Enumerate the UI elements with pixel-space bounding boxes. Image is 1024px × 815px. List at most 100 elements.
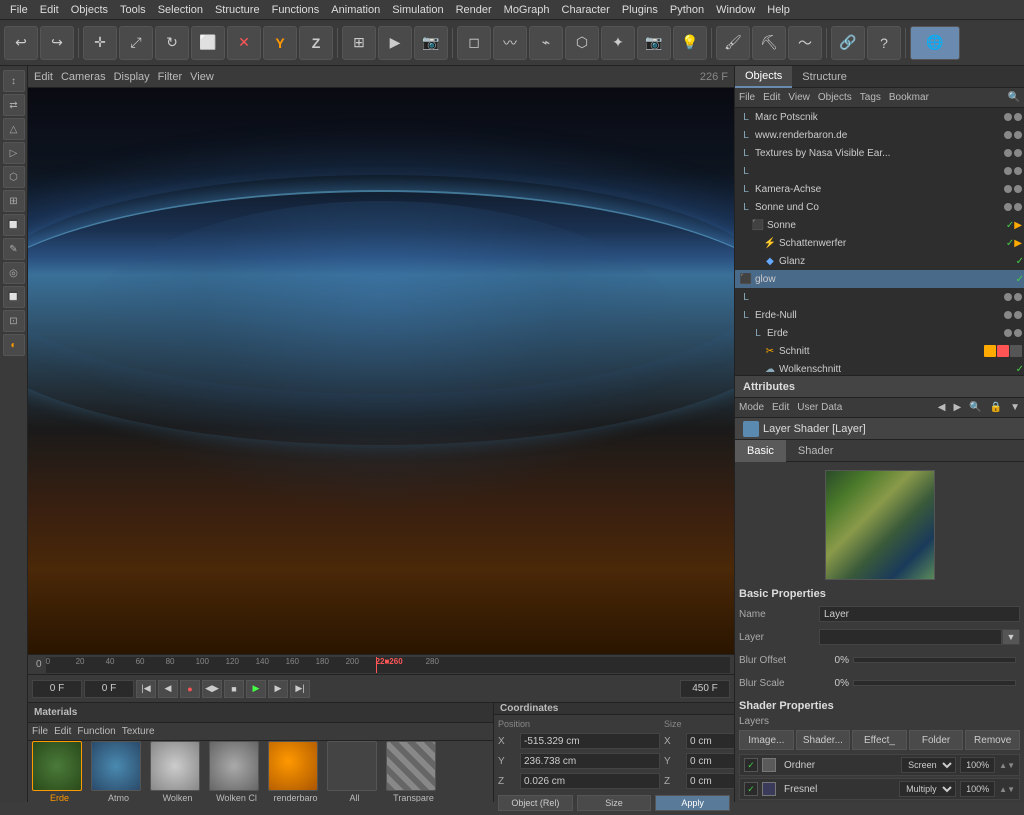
redo-button[interactable]: ↪ <box>40 26 74 60</box>
paint-button[interactable]: 🖌 <box>716 26 750 60</box>
record-btn[interactable]: ● <box>180 680 200 698</box>
obj-item-marc[interactable]: L Marc Potscnik <box>735 108 1024 126</box>
play-back-btn[interactable]: ◀▶ <box>202 680 222 698</box>
apply-button[interactable]: Apply <box>655 795 730 811</box>
scene-button[interactable]: ✦ <box>601 26 635 60</box>
obj-item-glow[interactable]: ⬛ glow ✓ <box>735 270 1024 288</box>
mat-function[interactable]: Function <box>77 726 115 737</box>
coord-z-input[interactable] <box>520 773 660 789</box>
vp-cameras[interactable]: Cameras <box>61 71 106 83</box>
undo-button[interactable]: ↩ <box>4 26 38 60</box>
left-btn-12[interactable]: ◐ <box>3 334 25 356</box>
structure-tab[interactable]: Structure <box>792 66 857 88</box>
render-view[interactable]: ▶ <box>378 26 412 60</box>
obj-menu-edit[interactable]: Edit <box>763 92 780 103</box>
coord-y-input[interactable] <box>520 753 660 769</box>
material-atmo[interactable]: Atmo <box>91 741 146 802</box>
menu-python[interactable]: Python <box>664 4 710 16</box>
obj-item-erde[interactable]: L Erde <box>735 324 1024 342</box>
next-frame-btn[interactable]: ▶ <box>268 680 288 698</box>
layer-input[interactable] <box>819 629 1002 645</box>
left-btn-2[interactable]: ⇄ <box>3 94 25 116</box>
obj-menu-file[interactable]: File <box>739 92 755 103</box>
obj-search-icon[interactable]: 🔍 <box>1008 92 1020 103</box>
shader-btn[interactable]: Shader... <box>796 730 851 750</box>
left-btn-3[interactable]: △ <box>3 118 25 140</box>
cube-button[interactable]: ◻ <box>457 26 491 60</box>
layer-ordner-check[interactable]: ✓ <box>744 758 758 772</box>
menu-file[interactable]: File <box>4 4 34 16</box>
camera-button[interactable]: 📷 <box>637 26 671 60</box>
viewport-canvas[interactable] <box>28 88 734 654</box>
attr-mode[interactable]: Mode <box>739 402 764 413</box>
end-frame-field[interactable]: 450 F <box>680 680 730 698</box>
mat-texture[interactable]: Texture <box>122 726 155 737</box>
deform-button[interactable]: ⬡ <box>565 26 599 60</box>
left-btn-5[interactable]: ⬡ <box>3 166 25 188</box>
left-btn-10[interactable]: 🔲 <box>3 286 25 308</box>
attr-tab-basic[interactable]: Basic <box>735 440 786 462</box>
menu-edit[interactable]: Edit <box>34 4 65 16</box>
attr-nav-right[interactable]: ▶ <box>953 402 961 413</box>
sculpt-button[interactable]: ⛏ <box>752 26 786 60</box>
renderer-button[interactable]: 🌐 <box>910 26 960 60</box>
hair-button[interactable]: 〜 <box>788 26 822 60</box>
menu-objects[interactable]: Objects <box>65 4 114 16</box>
material-erde[interactable]: Erde <box>32 741 87 802</box>
material-all[interactable]: All <box>327 741 382 802</box>
obj-item-erdenull[interactable]: L Erde-Null <box>735 306 1024 324</box>
menu-help[interactable]: Help <box>761 4 796 16</box>
attr-search[interactable]: 🔍 <box>969 402 981 413</box>
obj-menu-tags[interactable]: Tags <box>860 92 881 103</box>
left-btn-8[interactable]: ✎ <box>3 238 25 260</box>
current-frame-field[interactable]: 0 F <box>32 680 82 698</box>
blur-scale-slider[interactable] <box>853 680 1016 686</box>
menu-character[interactable]: Character <box>556 4 616 16</box>
move-button[interactable]: ✛ <box>83 26 117 60</box>
effect-btn[interactable]: Effect_ <box>852 730 907 750</box>
attr-tab-shader[interactable]: Shader <box>786 440 845 462</box>
obj-item-nasa[interactable]: L Textures by Nasa Visible Ear... <box>735 144 1024 162</box>
obj-item-kamera[interactable]: L Kamera-Achse <box>735 180 1024 198</box>
material-renderbaro[interactable]: renderbaro <box>268 741 323 802</box>
menu-render[interactable]: Render <box>450 4 498 16</box>
vp-view[interactable]: View <box>190 71 214 83</box>
timeline-ruler[interactable]: 0 20 40 60 80 100 120 140 160 180 200 22… <box>46 657 730 673</box>
fresnel-mode[interactable]: Multiply <box>899 781 956 797</box>
objects-tab[interactable]: Objects <box>735 66 792 88</box>
obj-menu-bookmar[interactable]: Bookmar <box>889 92 929 103</box>
fresnel-pct[interactable] <box>960 781 995 797</box>
snap-button[interactable]: 🔗 <box>831 26 865 60</box>
material-transpare[interactable]: Transpare <box>386 741 441 802</box>
prev-frame-btn[interactable]: ◀ <box>158 680 178 698</box>
layer-fresnel[interactable]: ✓ Fresnel Multiply ▲▼ <box>739 778 1020 800</box>
render-output[interactable]: 📷 <box>414 26 448 60</box>
mat-file[interactable]: File <box>32 726 48 737</box>
help-button[interactable]: ? <box>867 26 901 60</box>
menu-tools[interactable]: Tools <box>114 4 152 16</box>
attr-arrow[interactable]: ▼ <box>1010 402 1020 413</box>
vp-edit[interactable]: Edit <box>34 71 53 83</box>
menu-structure[interactable]: Structure <box>209 4 266 16</box>
obj-item-glanz[interactable]: ◆ Glanz ✓ <box>735 252 1024 270</box>
menu-animation[interactable]: Animation <box>325 4 386 16</box>
nurbs-button[interactable]: ⌁ <box>529 26 563 60</box>
menu-mograph[interactable]: MoGraph <box>498 4 556 16</box>
start-frame-field[interactable] <box>84 680 134 698</box>
rotate-button[interactable]: ↻ <box>155 26 189 60</box>
layer-fresnel-check[interactable]: ✓ <box>744 782 758 796</box>
name-input[interactable] <box>819 606 1020 622</box>
vp-display[interactable]: Display <box>114 71 150 83</box>
curve-button[interactable]: 〰 <box>493 26 527 60</box>
object-button[interactable]: ⬜ <box>191 26 225 60</box>
image-btn[interactable]: Image... <box>739 730 794 750</box>
vp-filter[interactable]: Filter <box>158 71 182 83</box>
left-btn-11[interactable]: ⊡ <box>3 310 25 332</box>
light-button[interactable]: 💡 <box>673 26 707 60</box>
obj-menu-objects[interactable]: Objects <box>818 92 852 103</box>
render-region[interactable]: ⊞ <box>342 26 376 60</box>
left-btn-4[interactable]: ▷ <box>3 142 25 164</box>
coord-x-input[interactable] <box>520 733 660 749</box>
y-button[interactable]: Y <box>263 26 297 60</box>
z-button[interactable]: Z <box>299 26 333 60</box>
